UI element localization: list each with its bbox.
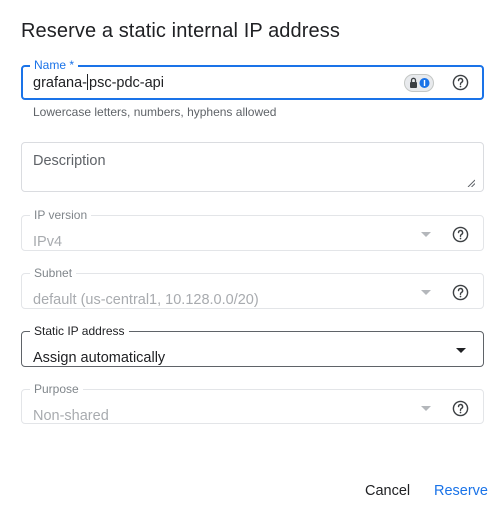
- description-label: Description: [33, 153, 106, 169]
- reserve-button[interactable]: Reserve: [434, 482, 488, 500]
- static-ip-value: Assign automatically: [33, 350, 166, 366]
- name-field[interactable]: Name * grafana-psc-pdc-api: [21, 58, 484, 100]
- subnet-select: Subnet default (us-central1, 10.128.0.0/…: [21, 266, 484, 309]
- ip-version-select: IP version IPv4: [21, 208, 484, 251]
- help-icon[interactable]: [452, 226, 469, 243]
- name-field-label: Name *: [30, 58, 79, 72]
- static-ip-select[interactable]: Static IP address Assign automatically: [21, 324, 484, 367]
- description-field[interactable]: Description: [21, 142, 484, 192]
- purpose-value: Non-shared: [33, 408, 109, 424]
- name-value-part-1: grafana-: [33, 75, 88, 91]
- name-hint: Lowercase letters, numbers, hyphens allo…: [33, 105, 277, 119]
- ip-version-value: IPv4: [33, 234, 63, 250]
- subnet-label: Subnet: [30, 266, 77, 280]
- dropdown-arrow-icon: [421, 290, 431, 295]
- dialog-title: Reserve a static internal IP address: [21, 20, 340, 42]
- resize-handle-icon[interactable]: [467, 179, 475, 187]
- dropdown-arrow-icon: [421, 406, 431, 411]
- password-manager-icon[interactable]: [404, 74, 434, 92]
- name-input[interactable]: grafana-psc-pdc-api: [33, 74, 164, 92]
- dropdown-arrow-icon: [421, 232, 431, 237]
- name-value-part-2: psc-pdc-api: [89, 75, 164, 91]
- subnet-value: default (us-central1, 10.128.0.0/20): [33, 292, 259, 308]
- dropdown-arrow-icon[interactable]: [456, 348, 466, 353]
- purpose-select: Purpose Non-shared: [21, 382, 484, 424]
- ip-version-label: IP version: [30, 208, 92, 222]
- help-icon[interactable]: [452, 400, 469, 417]
- help-icon[interactable]: [452, 284, 469, 301]
- text-caret: [87, 74, 89, 90]
- help-icon[interactable]: [452, 74, 469, 91]
- static-ip-label: Static IP address: [30, 324, 129, 338]
- purpose-label: Purpose: [30, 382, 83, 396]
- cancel-button[interactable]: Cancel: [365, 482, 410, 500]
